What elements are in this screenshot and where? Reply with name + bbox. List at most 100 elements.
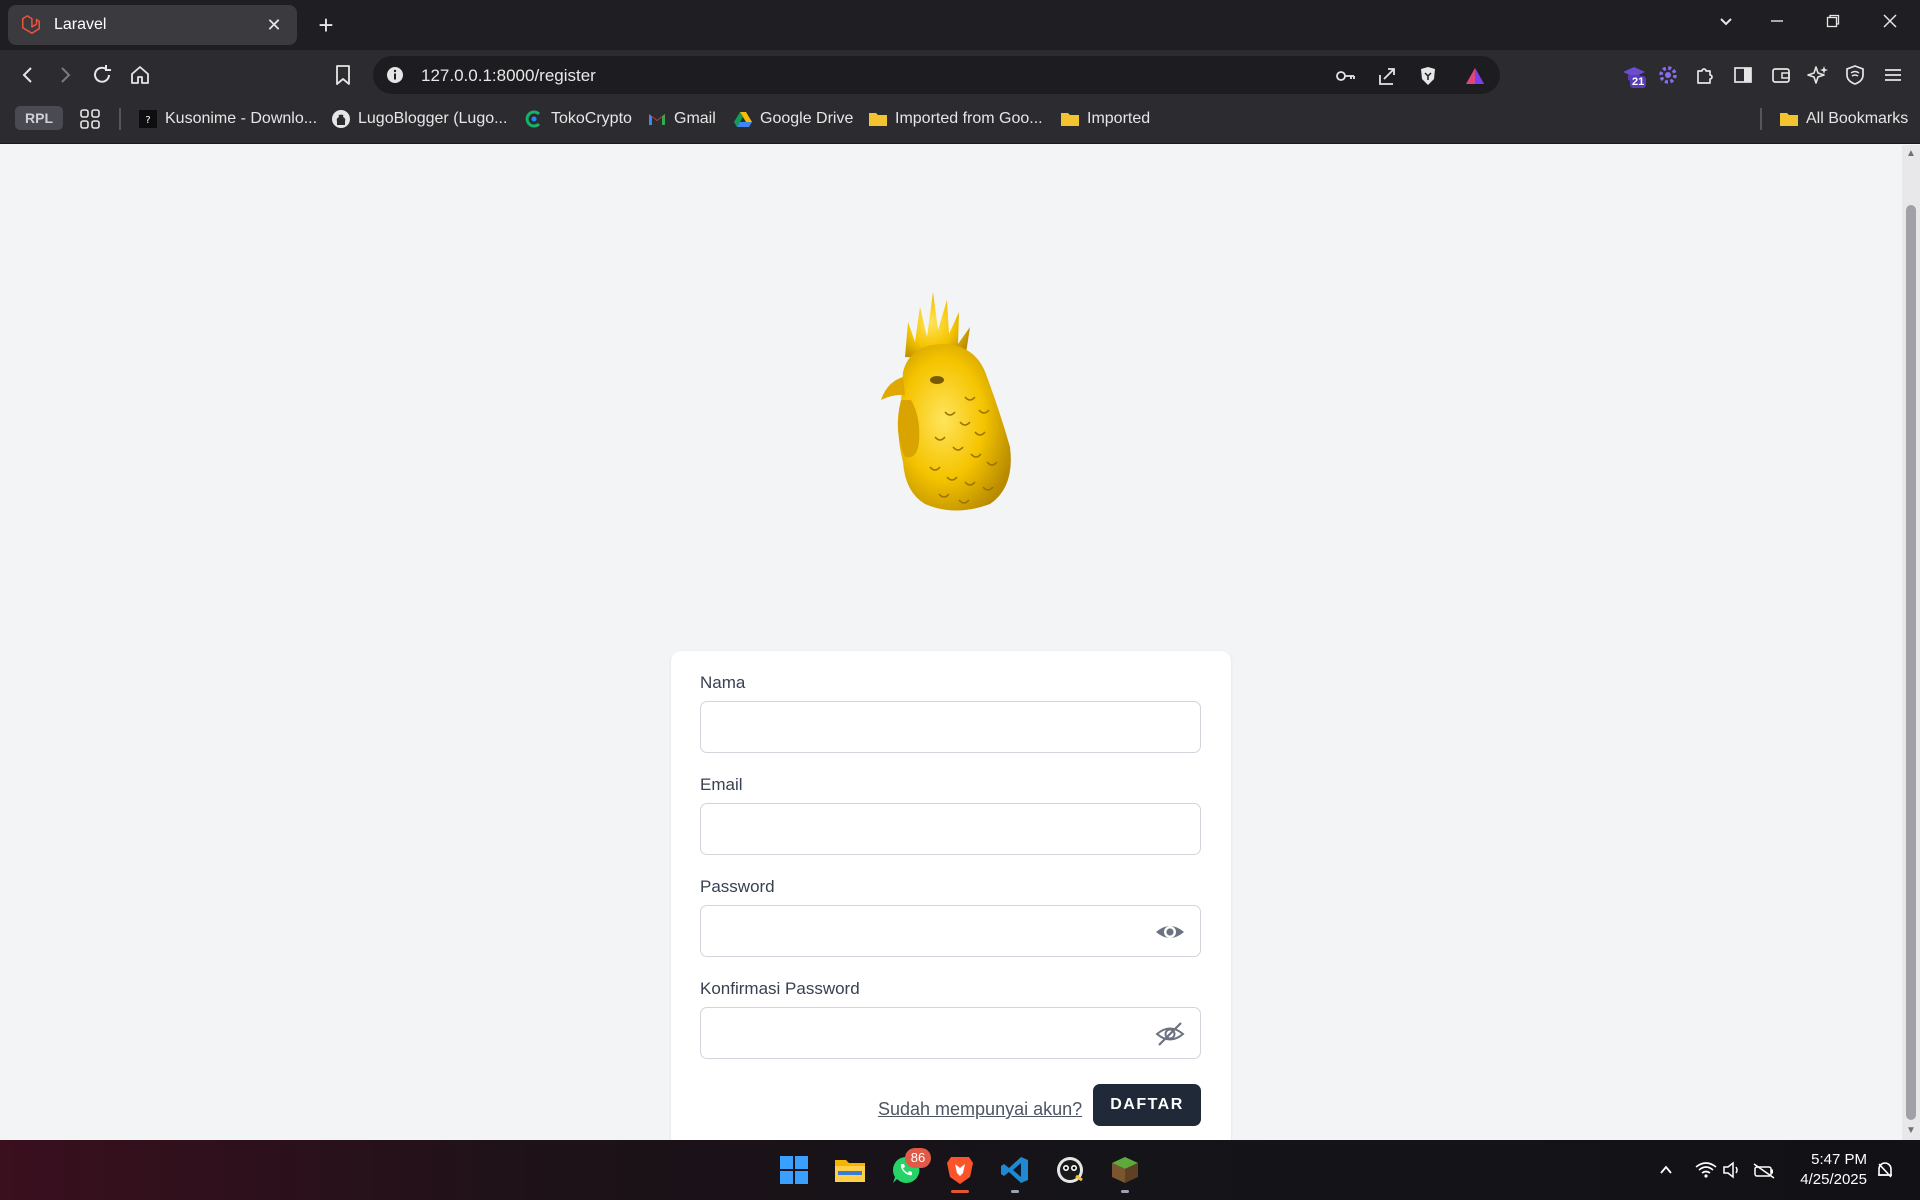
password-input[interactable] — [701, 906, 1200, 956]
scroll-down-arrow[interactable]: ▼ — [1906, 1126, 1916, 1136]
bookmark-label: Google Drive — [760, 110, 854, 127]
sidebar-icon — [1734, 67, 1752, 83]
bookmark-divider — [1760, 108, 1762, 130]
gmail-icon — [649, 114, 665, 125]
name-field[interactable] — [700, 701, 1201, 753]
vpn-button[interactable] — [1842, 62, 1868, 88]
bookmark-gmail[interactable]: Gmail — [647, 106, 716, 132]
confirm-password-field[interactable] — [700, 1007, 1201, 1059]
browser-tab[interactable]: Laravel ✕ — [8, 5, 297, 45]
bookmark-tokocrypto[interactable]: TokoCrypto — [524, 106, 632, 132]
tokocrypto-icon — [525, 110, 541, 128]
bookmark-label: LugoBlogger (Lugo... — [358, 110, 508, 127]
info-icon[interactable] — [385, 65, 405, 85]
bookmark-folder-imported[interactable]: Imported — [1060, 106, 1150, 132]
tab-strip: Laravel ✕ + — [0, 0, 1920, 50]
main-menu-button[interactable] — [1880, 62, 1906, 88]
bookmark-lugoblogger[interactable]: LugoBlogger (Lugo... — [331, 106, 507, 132]
email-field[interactable] — [700, 803, 1201, 855]
password-field[interactable] — [700, 905, 1201, 957]
vscode-button[interactable] — [996, 1151, 1034, 1189]
scroll-up-arrow[interactable]: ▲ — [1906, 149, 1916, 159]
wallet-button[interactable] — [1768, 62, 1794, 88]
new-tab-button[interactable]: + — [311, 10, 341, 40]
share-icon[interactable] — [1376, 65, 1398, 87]
confirm-password-input[interactable] — [701, 1008, 1200, 1058]
grass-block-icon — [1112, 1157, 1138, 1183]
page-scrollbar[interactable]: ▲ ▼ — [1902, 145, 1920, 1140]
restore-icon — [1826, 14, 1840, 28]
kusonime-icon: ? — [139, 110, 157, 128]
arrow-left-icon — [22, 67, 32, 83]
all-bookmarks-label: All Bookmarks — [1806, 110, 1909, 127]
sidebar-button[interactable] — [1730, 62, 1756, 88]
confirm-password-label: Konfirmasi Password — [700, 979, 860, 998]
volume-button[interactable] — [1721, 1158, 1745, 1182]
sparkle-icon — [1807, 66, 1828, 84]
bookmark-folder-imported-from-google[interactable]: Imported from Goo... — [868, 106, 1043, 132]
name-input[interactable] — [701, 702, 1200, 752]
forward-button[interactable] — [50, 60, 80, 90]
laravel-icon — [22, 15, 40, 34]
login-link[interactable]: Sudah mempunyai akun? — [878, 1099, 1082, 1120]
restore-button[interactable] — [1818, 12, 1848, 38]
clock-time: 5:47 PM — [1811, 1151, 1867, 1168]
clock-date: 4/25/2025 — [1800, 1171, 1867, 1188]
battery-charging-icon — [1753, 1163, 1775, 1179]
minimize-icon — [1771, 20, 1783, 22]
address-bar[interactable]: 127.0.0.1:8000/register — [373, 56, 1500, 94]
wifi-icon — [1695, 1162, 1717, 1178]
reload-icon — [94, 65, 111, 83]
shield-icon — [1846, 65, 1864, 85]
back-button[interactable] — [13, 60, 43, 90]
xampp-button[interactable] — [1051, 1151, 1089, 1189]
extensions-button[interactable] — [1692, 62, 1718, 88]
url-text[interactable]: 127.0.0.1:8000/register — [421, 66, 596, 86]
close-window-button[interactable] — [1875, 12, 1905, 38]
hamburger-menu-icon — [1885, 69, 1901, 81]
eye-off-icon[interactable] — [1154, 1021, 1186, 1047]
name-label: Nama — [700, 673, 746, 692]
brave-rewards-icon[interactable] — [1464, 65, 1486, 87]
battery-button[interactable] — [1752, 1158, 1776, 1182]
profile-badge[interactable]: RPL — [15, 106, 63, 130]
bookmark-kusonime[interactable]: ? Kusonime - Downlo... — [138, 106, 317, 132]
notifications-button[interactable] — [1873, 1158, 1897, 1182]
bookmark-label: Imported from Goo... — [895, 110, 1043, 127]
minimize-button[interactable] — [1762, 12, 1792, 38]
register-button[interactable]: DAFTAR — [1093, 1084, 1201, 1126]
tab-title: Laravel — [54, 16, 107, 33]
email-input[interactable] — [701, 804, 1200, 854]
brave-shields-icon[interactable] — [1417, 65, 1439, 87]
show-hidden-icons-button[interactable] — [1654, 1158, 1678, 1182]
gear-icon — [1659, 66, 1677, 84]
bookmark-google-drive[interactable]: Google Drive — [733, 106, 853, 132]
leo-ai-button[interactable] — [1805, 62, 1831, 88]
rooster-logo — [881, 292, 1011, 511]
home-button[interactable] — [125, 60, 155, 90]
file-explorer-button[interactable] — [831, 1151, 869, 1189]
bookmark-page-button[interactable] — [328, 60, 358, 90]
folder-icon — [1061, 113, 1079, 126]
tab-close-button[interactable]: ✕ — [263, 15, 285, 36]
mascot-icon — [1057, 1157, 1083, 1183]
wifi-button[interactable] — [1694, 1158, 1718, 1182]
minecraft-button[interactable] — [1106, 1151, 1144, 1189]
tab-search-button[interactable] — [1711, 12, 1741, 38]
key-icon[interactable] — [1334, 65, 1356, 87]
extension-leo-button[interactable]: 21 — [1621, 62, 1647, 88]
folder-icon — [1780, 113, 1798, 126]
start-button[interactable] — [775, 1151, 813, 1189]
reload-button[interactable] — [87, 60, 117, 90]
eye-icon[interactable] — [1154, 919, 1186, 945]
page-viewport: Nama Email Password Konfirmasi Password — [0, 145, 1902, 1140]
system-clock[interactable]: 5:47 PM 4/25/2025 — [1795, 1150, 1867, 1190]
chevron-up-icon — [1660, 1165, 1672, 1174]
google-drive-icon — [734, 112, 752, 127]
extension-settings-button[interactable] — [1655, 62, 1681, 88]
brave-taskbar-button[interactable] — [941, 1151, 979, 1189]
scrollbar-thumb[interactable] — [1906, 205, 1916, 1120]
apps-button[interactable] — [79, 106, 101, 132]
puzzle-icon — [1697, 68, 1713, 84]
all-bookmarks-button[interactable]: All Bookmarks — [1779, 106, 1908, 132]
